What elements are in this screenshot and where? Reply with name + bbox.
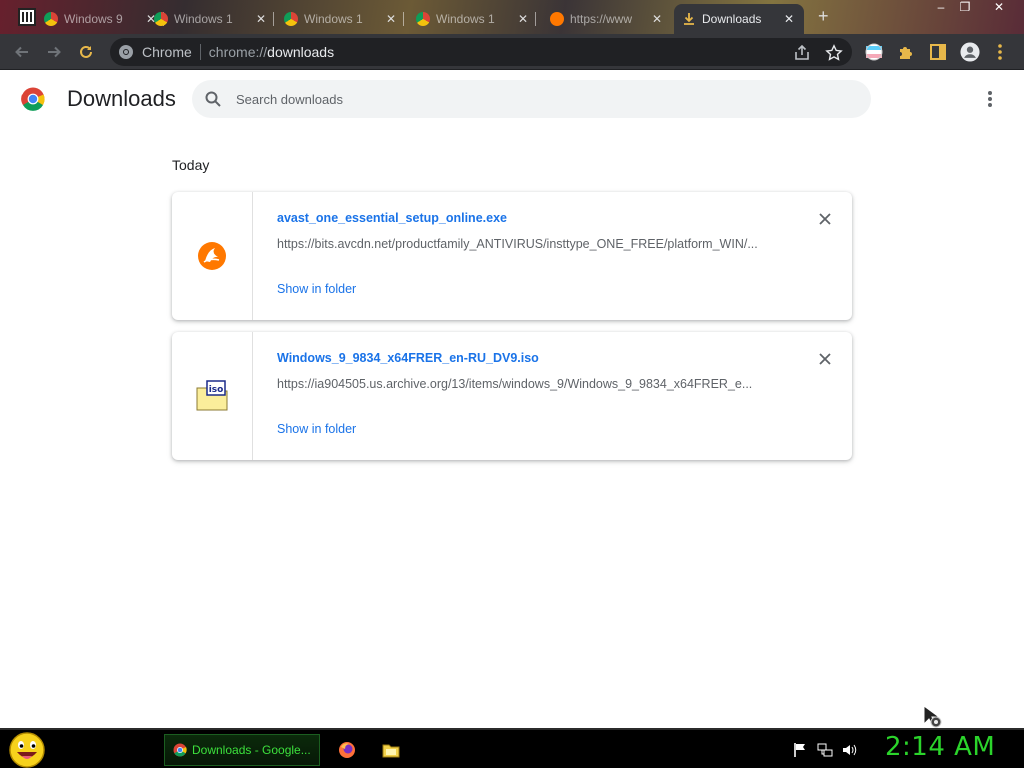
url-scheme: chrome://: [208, 44, 268, 60]
url-host: downloads: [267, 44, 335, 60]
file-url[interactable]: https://ia904505.us.archive.org/13/items…: [277, 377, 777, 391]
search-icon: [205, 91, 221, 107]
flag-icon: [865, 43, 883, 61]
file-name-link[interactable]: Windows_9_9834_x64FRER_en-RU_DV9.iso: [277, 351, 539, 365]
tab-title: Windows 1: [304, 12, 363, 26]
mouse-cursor-icon: [923, 705, 942, 728]
iso-file-icon: iso: [196, 380, 228, 411]
file-icon-column: iso: [172, 332, 253, 460]
network-icon[interactable]: [817, 742, 833, 758]
back-button[interactable]: [12, 42, 32, 62]
tab-title: Downloads: [702, 12, 762, 26]
chrome-favicon-icon: [284, 12, 298, 26]
close-icon[interactable]: ✕: [518, 12, 528, 26]
chrome-page-icon: [119, 45, 133, 59]
address-bar[interactable]: Chrome chrome://downloads: [110, 38, 852, 66]
page-title: Downloads: [67, 86, 176, 111]
show-in-folder-link[interactable]: Show in folder: [277, 422, 356, 436]
file-url[interactable]: https://bits.avcdn.net/productfamily_ANT…: [277, 237, 777, 251]
share-icon[interactable]: [793, 44, 811, 62]
firefox-icon[interactable]: [338, 741, 356, 759]
file-icon-column: [172, 192, 253, 320]
tab-windows-1c[interactable]: Windows 1 ✕: [408, 4, 537, 34]
remove-download-button[interactable]: [816, 210, 834, 228]
download-favicon-icon: [682, 12, 696, 26]
taskbar-chrome-window[interactable]: Downloads - Google...: [164, 734, 320, 766]
more-actions-button[interactable]: [980, 88, 1000, 110]
action-center-flag-icon[interactable]: [792, 742, 808, 758]
close-icon[interactable]: ✕: [652, 12, 662, 26]
avast-icon: [198, 242, 226, 270]
browser-toolbar: Chrome chrome://downloads: [0, 34, 1024, 70]
downloads-header: Downloads: [0, 70, 1024, 128]
task-label: Downloads - Google...: [192, 743, 311, 757]
tab-windows-1b[interactable]: Windows 1 ✕: [276, 4, 405, 34]
svg-text:iso: iso: [209, 385, 224, 395]
tab-title: Windows 1: [174, 12, 233, 26]
close-icon: [819, 213, 831, 225]
chrome-logo-icon: [21, 87, 45, 111]
window-system-menu-icon[interactable]: [18, 8, 36, 26]
forward-button[interactable]: [44, 42, 64, 62]
file-explorer-icon[interactable]: [382, 741, 400, 759]
dot: [988, 103, 992, 107]
system-clock[interactable]: 2:14 AM: [885, 732, 995, 762]
file-name-link[interactable]: avast_one_essential_setup_online.exe: [277, 211, 507, 225]
dot: [988, 91, 992, 95]
side-panel-button[interactable]: [928, 42, 948, 62]
tab-strip: Windows 9 ✕ Windows 1 ✕ Windows 1 ✕ Wind…: [0, 0, 1024, 34]
tab-title: https://www: [570, 12, 633, 26]
taskbar: Downloads - Google... 2:14 AM: [0, 728, 1024, 768]
extensions-button[interactable]: [896, 42, 916, 62]
search-input[interactable]: [236, 91, 836, 107]
new-tab-button[interactable]: +: [818, 6, 829, 27]
show-in-folder-link[interactable]: Show in folder: [277, 282, 356, 296]
tab-title: Windows 9: [64, 12, 123, 26]
tab-windows-9[interactable]: Windows 9 ✕: [36, 4, 165, 34]
volume-icon[interactable]: [841, 742, 857, 758]
tab-title: Windows 1: [436, 12, 495, 26]
close-icon[interactable]: ✕: [386, 12, 396, 26]
bookmark-star-icon[interactable]: [825, 44, 843, 62]
avatar-icon: [960, 42, 980, 62]
kebab-menu-icon: [998, 44, 1002, 60]
start-button-smiley-icon[interactable]: [8, 731, 46, 768]
remove-download-button[interactable]: [816, 350, 834, 368]
tab-https-www[interactable]: https://www ✕: [542, 4, 670, 34]
close-icon[interactable]: ✕: [256, 12, 266, 26]
maximize-button[interactable]: ❐: [950, 0, 980, 18]
chrome-favicon-icon: [154, 12, 168, 26]
download-item: iso Windows_9_9834_x64FRER_en-RU_DV9.iso…: [172, 332, 852, 460]
chrome-icon: [173, 743, 187, 757]
close-window-button[interactable]: ✕: [984, 0, 1014, 18]
avast-favicon-icon: [550, 12, 564, 26]
date-heading: Today: [172, 157, 210, 173]
omnibox-chrome-label: Chrome: [142, 44, 192, 60]
chrome-favicon-icon: [44, 12, 58, 26]
profile-flag-button[interactable]: [864, 42, 884, 62]
forward-arrow-icon: [48, 46, 61, 58]
dot: [988, 97, 992, 101]
reload-icon: [80, 45, 92, 58]
puzzle-icon: [900, 47, 912, 59]
back-arrow-icon: [15, 46, 28, 58]
chrome-favicon-icon: [416, 12, 430, 26]
search-downloads[interactable]: [192, 80, 871, 118]
profile-button[interactable]: [960, 42, 980, 62]
close-icon: [819, 353, 831, 365]
tab-windows-1[interactable]: Windows 1 ✕: [146, 4, 275, 34]
reload-button[interactable]: [76, 42, 96, 62]
tab-downloads[interactable]: Downloads ✕: [674, 4, 804, 34]
close-icon[interactable]: ✕: [784, 12, 794, 26]
side-panel-icon: [930, 44, 946, 60]
chrome-menu-button[interactable]: [990, 42, 1010, 62]
download-item: avast_one_essential_setup_online.exe htt…: [172, 192, 852, 320]
